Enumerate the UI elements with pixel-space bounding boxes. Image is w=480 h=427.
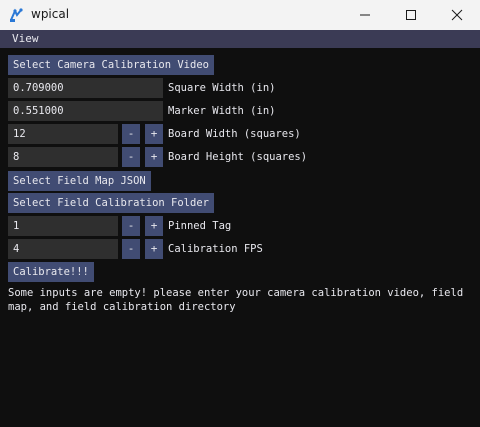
title-bar[interactable]: wpical: [0, 0, 480, 30]
app-icon: [10, 8, 23, 22]
menu-view[interactable]: View: [12, 32, 39, 45]
pinned-tag-label: Pinned Tag: [168, 220, 232, 232]
board-width-increment-button[interactable]: +: [145, 124, 163, 144]
board-height-increment-button[interactable]: +: [145, 147, 163, 167]
maximize-button[interactable]: [388, 0, 434, 30]
calibration-fps-label: Calibration FPS: [168, 243, 263, 255]
pinned-tag-decrement-button[interactable]: -: [122, 216, 140, 236]
board-height-decrement-button[interactable]: -: [122, 147, 140, 167]
calibrate-button[interactable]: Calibrate!!!: [8, 262, 94, 282]
minimize-icon: [360, 14, 370, 16]
board-width-decrement-button[interactable]: -: [122, 124, 140, 144]
square-width-label: Square Width (in): [168, 82, 276, 94]
window-title: wpical: [31, 7, 70, 21]
marker-width-input[interactable]: 0.551000: [8, 101, 163, 121]
pinned-tag-input[interactable]: 1: [8, 216, 118, 236]
calibration-fps-decrement-button[interactable]: -: [122, 239, 140, 259]
square-width-input[interactable]: 0.709000: [8, 78, 163, 98]
main-panel: Select Camera Calibration Video 0.709000…: [0, 48, 480, 427]
app-window: wpical View Select Camera Calibration Vi…: [0, 0, 480, 427]
board-width-label: Board Width (squares): [168, 128, 301, 140]
minimize-button[interactable]: [342, 0, 388, 30]
pinned-tag-increment-button[interactable]: +: [145, 216, 163, 236]
calibration-fps-input[interactable]: 4: [8, 239, 118, 259]
board-height-label: Board Height (squares): [168, 151, 308, 163]
select-field-map-button[interactable]: Select Field Map JSON: [8, 171, 151, 191]
status-message-line-2: map, and field calibration directory: [8, 301, 236, 313]
close-button[interactable]: [434, 0, 480, 30]
close-icon: [451, 9, 463, 21]
calibration-fps-increment-button[interactable]: +: [145, 239, 163, 259]
menu-bar: View: [0, 30, 480, 48]
board-height-input[interactable]: 8: [8, 147, 118, 167]
select-video-button[interactable]: Select Camera Calibration Video: [8, 55, 214, 75]
board-width-input[interactable]: 12: [8, 124, 118, 144]
marker-width-label: Marker Width (in): [168, 105, 276, 117]
maximize-icon: [406, 10, 416, 20]
select-field-folder-button[interactable]: Select Field Calibration Folder: [8, 193, 214, 213]
